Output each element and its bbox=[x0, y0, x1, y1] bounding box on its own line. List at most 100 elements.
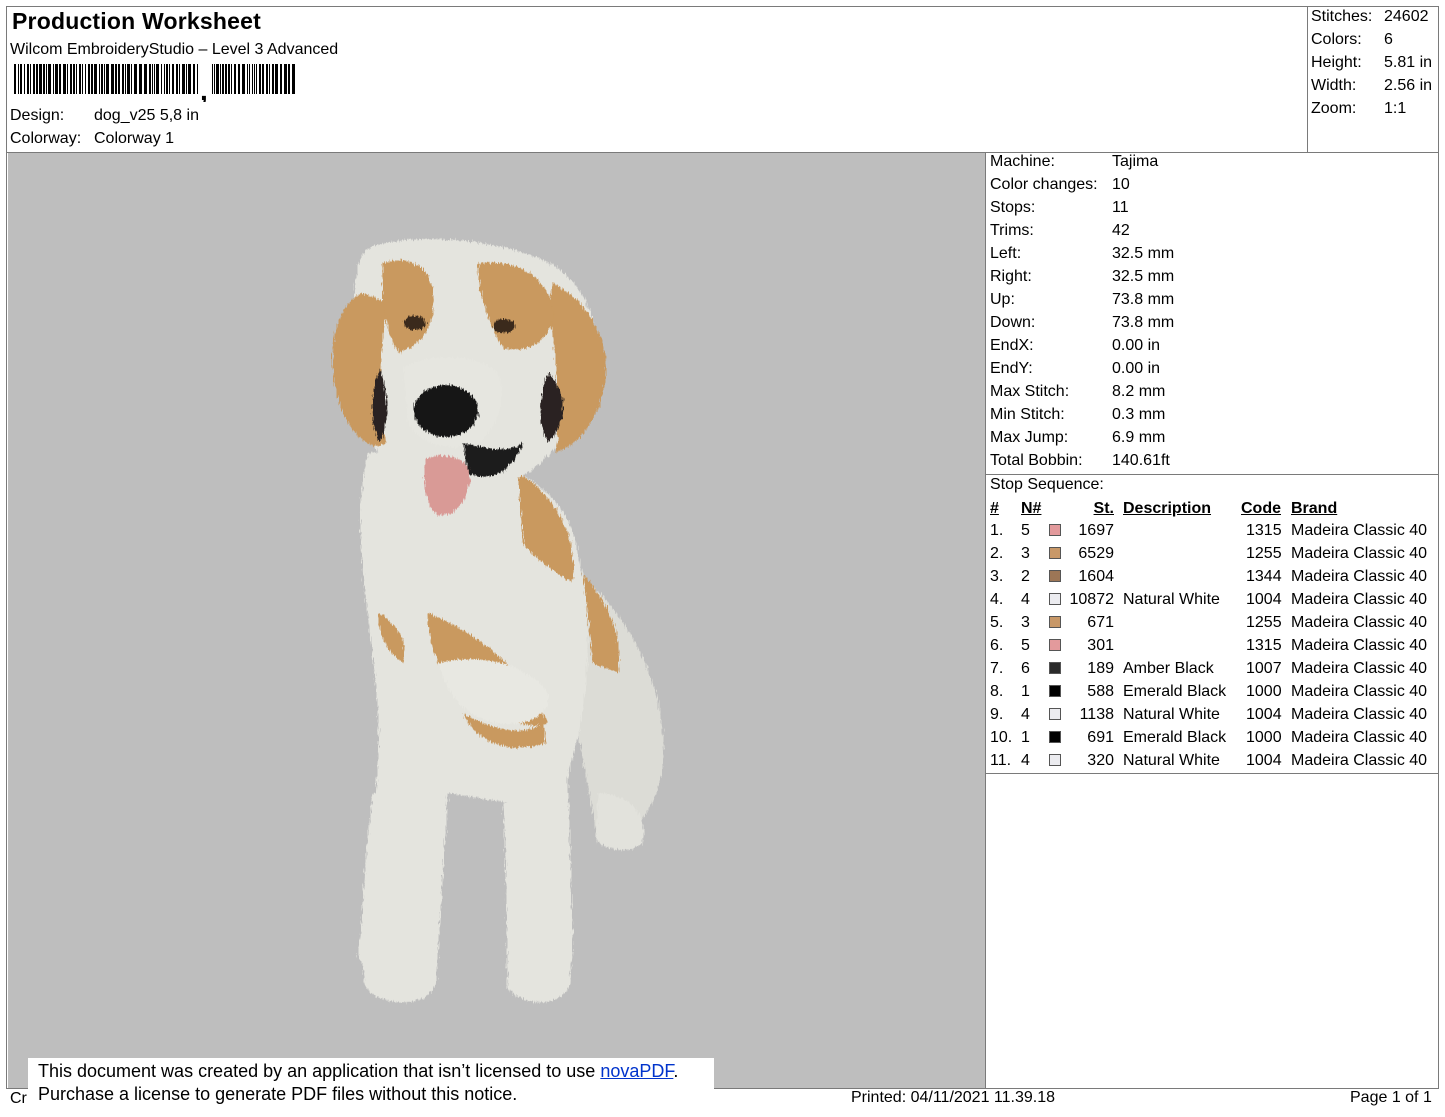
row-needle: 4 bbox=[1021, 591, 1030, 608]
info-label: Up: bbox=[990, 291, 1015, 308]
row-brand: Madeira Classic 40 bbox=[1291, 545, 1428, 562]
column-header-stitches: St. bbox=[1093, 500, 1114, 517]
row-needle: 2 bbox=[1021, 568, 1030, 585]
row-stitches: 588 bbox=[1087, 683, 1114, 700]
row-stitches: 301 bbox=[1087, 637, 1114, 654]
row-stitches: 1138 bbox=[1079, 706, 1114, 723]
column-header-num: # bbox=[990, 500, 999, 517]
license-notice: This document was created by an applicat… bbox=[28, 1058, 714, 1112]
page-title: Production Worksheet bbox=[12, 8, 261, 34]
row-brand: Madeira Classic 40 bbox=[1291, 637, 1428, 654]
row-description: Natural White bbox=[1123, 591, 1220, 608]
info-value: 42 bbox=[1112, 222, 1130, 239]
info-label: Right: bbox=[990, 268, 1032, 285]
notice-period: . bbox=[673, 1061, 679, 1081]
row-number: 11. bbox=[990, 752, 1012, 769]
row-code: 1004 bbox=[1246, 706, 1282, 723]
row-code: 1004 bbox=[1246, 591, 1282, 608]
row-number: 4. bbox=[990, 591, 1004, 608]
stat-zoom-label: Zoom: bbox=[1311, 100, 1357, 117]
info-value: 32.5 mm bbox=[1112, 245, 1175, 262]
info-label: Max Jump: bbox=[990, 429, 1069, 446]
row-number: 8. bbox=[990, 683, 1004, 700]
row-brand: Madeira Classic 40 bbox=[1291, 660, 1428, 677]
design-preview bbox=[8, 153, 985, 1088]
footer-text-fragment: Cr bbox=[10, 1090, 27, 1107]
row-number: 5. bbox=[990, 614, 1004, 631]
colorway-value: Colorway 1 bbox=[94, 130, 175, 147]
row-needle: 5 bbox=[1021, 522, 1030, 539]
row-code: 1007 bbox=[1246, 660, 1282, 677]
row-number: 7. bbox=[990, 660, 1004, 677]
row-stitches: 6529 bbox=[1078, 545, 1114, 562]
info-value: 140.61ft bbox=[1112, 452, 1170, 469]
info-value: 73.8 mm bbox=[1112, 291, 1175, 308]
notice-text: This document was created by an applicat… bbox=[38, 1061, 601, 1081]
column-header-needle: N# bbox=[1021, 500, 1042, 517]
row-code: 1344 bbox=[1246, 568, 1282, 585]
dog-embroidery-image bbox=[332, 239, 664, 1003]
info-value: 10 bbox=[1112, 176, 1130, 193]
row-stitches: 671 bbox=[1087, 614, 1114, 631]
row-code: 1315 bbox=[1246, 637, 1282, 654]
info-value: 6.9 mm bbox=[1112, 429, 1166, 446]
stat-zoom-value: 1:1 bbox=[1384, 100, 1407, 117]
row-number: 2. bbox=[990, 545, 1004, 562]
info-value: 73.8 mm bbox=[1112, 314, 1175, 331]
stat-colors-label: Colors: bbox=[1311, 31, 1362, 48]
notice-line-2: Purchase a license to generate PDF files… bbox=[38, 1084, 518, 1104]
panel-divider bbox=[985, 152, 986, 1089]
info-divider bbox=[986, 474, 1439, 475]
row-needle: 1 bbox=[1021, 683, 1030, 700]
info-label: EndX: bbox=[990, 337, 1034, 354]
row-stitches: 1697 bbox=[1078, 522, 1114, 539]
info-value: 0.00 in bbox=[1112, 337, 1161, 354]
row-number: 9. bbox=[990, 706, 1004, 723]
row-code: 1000 bbox=[1246, 683, 1282, 700]
info-value: 8.2 mm bbox=[1112, 383, 1166, 400]
info-value: 11 bbox=[1112, 199, 1129, 216]
info-label: Max Stitch: bbox=[990, 383, 1070, 400]
row-brand: Madeira Classic 40 bbox=[1291, 591, 1428, 608]
stat-height-label: Height: bbox=[1311, 54, 1362, 71]
info-value: 0.00 in bbox=[1112, 360, 1161, 377]
row-needle: 5 bbox=[1021, 637, 1030, 654]
page-number: Page 1 of 1 bbox=[1350, 1089, 1432, 1106]
stat-height-value: 5.81 in bbox=[1384, 54, 1433, 71]
printed-timestamp: Printed: 04/11/2021 11.39.18 bbox=[851, 1089, 1056, 1106]
row-description: Emerald Black bbox=[1123, 683, 1227, 700]
row-brand: Madeira Classic 40 bbox=[1291, 729, 1428, 746]
info-label: EndY: bbox=[990, 360, 1033, 377]
info-value: 0.3 mm bbox=[1112, 406, 1166, 423]
row-needle: 4 bbox=[1021, 752, 1030, 769]
column-header-brand: Brand bbox=[1291, 500, 1338, 517]
barcode-image: , bbox=[14, 64, 295, 102]
stat-stitches-label: Stitches: bbox=[1311, 8, 1373, 25]
row-description: Amber Black bbox=[1123, 660, 1214, 677]
row-stitches: 320 bbox=[1087, 752, 1114, 769]
row-code: 1255 bbox=[1246, 545, 1282, 562]
info-label: Stops: bbox=[990, 199, 1036, 216]
row-description: Natural White bbox=[1123, 706, 1220, 723]
design-value: dog_v25 5,8 in bbox=[94, 107, 199, 124]
stat-colors-value: 6 bbox=[1384, 31, 1393, 48]
info-label: Down: bbox=[990, 314, 1036, 331]
design-label: Design: bbox=[10, 107, 65, 124]
table-divider bbox=[986, 773, 1439, 774]
row-code: 1000 bbox=[1246, 729, 1282, 746]
row-code: 1255 bbox=[1246, 614, 1282, 631]
row-brand: Madeira Classic 40 bbox=[1291, 752, 1428, 769]
row-description: Natural White bbox=[1123, 752, 1220, 769]
novapdf-link[interactable]: novaPDF bbox=[600, 1061, 673, 1081]
row-needle: 6 bbox=[1021, 660, 1030, 677]
row-stitches: 189 bbox=[1087, 660, 1114, 677]
row-stitches: 10872 bbox=[1069, 591, 1115, 608]
stat-width-label: Width: bbox=[1311, 77, 1357, 94]
row-code: 1004 bbox=[1246, 752, 1282, 769]
info-label: Total Bobbin: bbox=[990, 452, 1083, 469]
stat-stitches-value: 24602 bbox=[1384, 8, 1429, 25]
row-code: 1315 bbox=[1246, 522, 1282, 539]
notice-line-1: This document was created by an applicat… bbox=[38, 1061, 678, 1082]
row-brand: Madeira Classic 40 bbox=[1291, 706, 1428, 723]
row-brand: Madeira Classic 40 bbox=[1291, 683, 1428, 700]
